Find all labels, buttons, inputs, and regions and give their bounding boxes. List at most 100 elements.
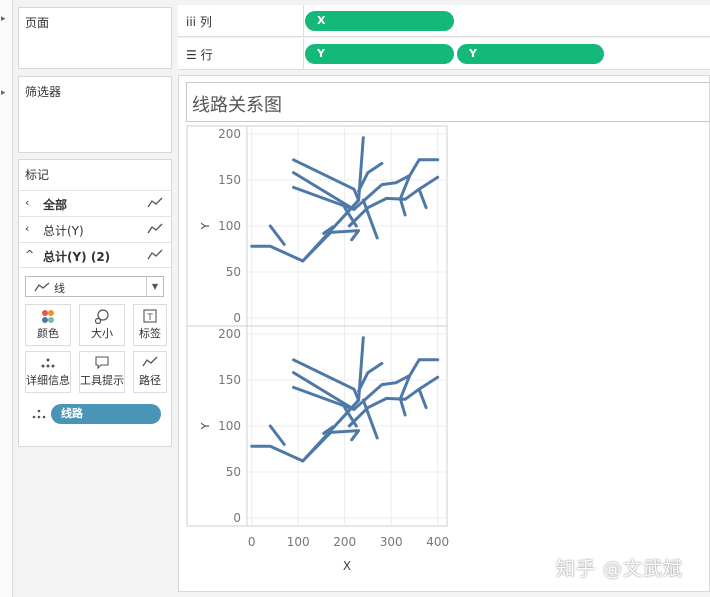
marks-row-sum-y[interactable]: ‹ 总计(Y) bbox=[19, 216, 171, 242]
path-icon bbox=[134, 356, 166, 372]
label-button-label: 标签 bbox=[139, 327, 161, 340]
left-collapsed-pane: ▸ ▸ bbox=[0, 0, 13, 597]
route-line bbox=[399, 397, 407, 417]
rows-icon: ☰ bbox=[186, 48, 197, 62]
route-line bbox=[352, 358, 421, 411]
tooltip-button[interactable]: 工具提示 bbox=[79, 351, 125, 393]
route-line bbox=[352, 158, 421, 211]
rows-pill-y-2[interactable]: Y bbox=[457, 44, 604, 64]
y-tick-label: 0 bbox=[233, 311, 241, 325]
line-mark-icon bbox=[147, 249, 163, 260]
marks-row-label: 总计(Y) bbox=[43, 224, 84, 238]
route-line bbox=[399, 373, 412, 400]
route-field-pill[interactable]: 线路 bbox=[51, 404, 161, 424]
pages-card-title: 页面 bbox=[25, 16, 50, 30]
plot-frame bbox=[186, 125, 448, 527]
pill-label: X bbox=[317, 14, 326, 27]
y-axis-title: Y bbox=[199, 222, 212, 230]
route-line bbox=[343, 206, 358, 228]
chevron-up-icon: ^ bbox=[25, 248, 35, 261]
pill-label: Y bbox=[317, 47, 325, 60]
route-line bbox=[292, 185, 356, 211]
chart-title: 线路关系图 bbox=[192, 95, 282, 116]
size-button[interactable]: 大小 bbox=[79, 304, 125, 346]
route-line bbox=[268, 424, 286, 446]
size-icon bbox=[80, 309, 124, 325]
route-line bbox=[322, 225, 335, 235]
marks-row-label: 总计(Y) (2) bbox=[43, 250, 111, 264]
x-axis-title: X bbox=[343, 559, 351, 573]
route-line bbox=[361, 398, 379, 440]
x-tick-label: 100 bbox=[287, 535, 310, 549]
detail-button-label: 详细信息 bbox=[26, 374, 70, 387]
chevron-right-icon[interactable]: ▸ bbox=[1, 88, 6, 98]
marks-card: 标记 ‹ 全部 ‹ 总计(Y) ^ 总计(Y) (2) 线 ▼ 颜色 大小 T … bbox=[18, 159, 172, 447]
mark-type-select[interactable]: 线 ▼ bbox=[25, 276, 164, 297]
route-line bbox=[357, 361, 384, 393]
route-line bbox=[292, 158, 361, 202]
route-line bbox=[357, 161, 384, 193]
columns-icon: iii bbox=[186, 15, 197, 29]
color-button-label: 颜色 bbox=[37, 327, 59, 340]
chevron-left-icon: ‹ bbox=[25, 222, 30, 235]
marks-card-title: 标记 bbox=[25, 168, 50, 182]
detail-button[interactable]: 详细信息 bbox=[25, 351, 71, 393]
route-line bbox=[301, 429, 361, 463]
label-button[interactable]: T 标签 bbox=[133, 304, 167, 346]
y-tick-label: 100 bbox=[218, 219, 241, 233]
route-line bbox=[268, 224, 286, 246]
path-button[interactable]: 路径 bbox=[133, 351, 167, 393]
detail-icon bbox=[32, 408, 46, 422]
size-button-label: 大小 bbox=[91, 327, 113, 340]
marks-row-all[interactable]: ‹ 全部 bbox=[19, 190, 171, 216]
line-mark-icon bbox=[34, 282, 50, 292]
route-line bbox=[347, 175, 440, 228]
columns-shelf: iii 列 X bbox=[178, 5, 710, 37]
chevron-right-icon[interactable]: ▸ bbox=[1, 14, 6, 24]
color-button[interactable]: 颜色 bbox=[25, 304, 71, 346]
filters-card[interactable]: 筛选器 bbox=[18, 76, 172, 153]
route-line bbox=[322, 425, 335, 435]
chevron-left-icon: ‹ bbox=[25, 196, 30, 209]
route-field-label: 线路 bbox=[61, 407, 83, 420]
x-tick-label: 300 bbox=[380, 535, 403, 549]
route-line bbox=[292, 171, 356, 211]
rows-shelf-label: ☰ 行 bbox=[186, 48, 213, 62]
svg-text:T: T bbox=[146, 313, 153, 323]
pill-label: Y bbox=[469, 47, 477, 60]
line-mark-icon bbox=[147, 223, 163, 234]
route-line bbox=[292, 371, 356, 411]
tooltip-button-label: 工具提示 bbox=[80, 374, 124, 387]
route-line bbox=[250, 336, 365, 463]
chart-title-box: 线路关系图 bbox=[186, 82, 710, 122]
columns-pill-x[interactable]: X bbox=[305, 11, 454, 31]
route-line bbox=[301, 229, 361, 263]
y-axis-title: Y bbox=[199, 422, 212, 430]
chevron-down-icon[interactable]: ▼ bbox=[146, 277, 163, 296]
watermark: 知乎 @文武斌 bbox=[556, 558, 684, 580]
pages-card[interactable]: 页面 bbox=[18, 7, 172, 69]
route-line bbox=[417, 187, 428, 210]
y-tick-label: 0 bbox=[233, 511, 241, 525]
route-line bbox=[399, 197, 407, 217]
mark-type-value: 线 bbox=[54, 282, 65, 295]
marks-row-label: 全部 bbox=[43, 198, 68, 212]
tooltip-icon bbox=[80, 356, 124, 372]
marks-row-sum-y-2[interactable]: ^ 总计(Y) (2) bbox=[19, 242, 171, 268]
route-line bbox=[417, 387, 428, 410]
route-line bbox=[292, 385, 356, 411]
x-tick-label: 200 bbox=[333, 535, 356, 549]
route-line bbox=[292, 358, 361, 402]
filters-card-title: 筛选器 bbox=[25, 85, 62, 99]
y-tick-label: 200 bbox=[218, 127, 241, 141]
chart-svg: 0 50 100 150 200 Y 0 50 100 150 200 Y 0 100 200 300 400 X bbox=[186, 125, 449, 573]
route-line bbox=[361, 198, 379, 240]
columns-shelf-label: iii 列 bbox=[186, 15, 212, 29]
color-icon bbox=[26, 309, 70, 325]
x-tick-label: 0 bbox=[248, 535, 256, 549]
y-tick-label: 150 bbox=[218, 373, 241, 387]
path-button-label: 路径 bbox=[139, 374, 161, 387]
line-mark-icon bbox=[147, 197, 163, 208]
route-line bbox=[347, 375, 440, 428]
rows-pill-y-1[interactable]: Y bbox=[305, 44, 454, 64]
